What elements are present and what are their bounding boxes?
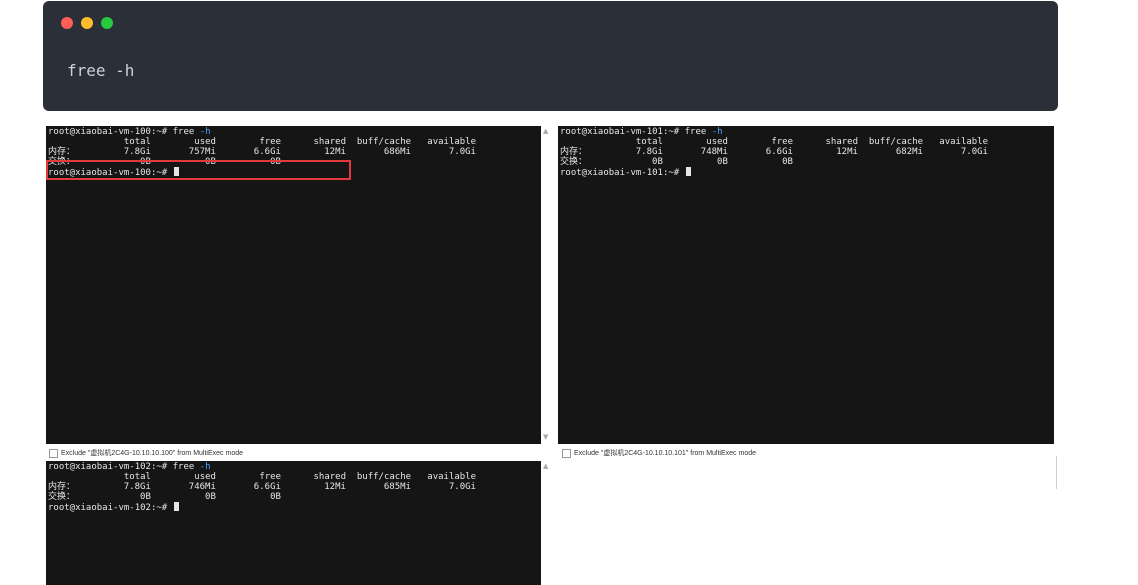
terminal-line-text: root@xiaobai-vm-101:~# free: [560, 127, 712, 137]
terminal-line-text: root@xiaobai-vm-101:~#: [560, 168, 685, 178]
terminal-output: root@xiaobai-vm-101:~# free -h total use…: [560, 127, 988, 178]
scroll-down-icon[interactable]: ▼: [543, 434, 548, 441]
checkbox[interactable]: [49, 448, 58, 458]
exclude-vm-100-checkbox-row[interactable]: Exclude "虚拟机2C4G-10.10.10.100" from Mult…: [49, 447, 243, 459]
terminal-line: 内存： 7.8Gi 748Mi 6.6Gi 12Mi 682Mi 7.0Gi: [560, 147, 988, 157]
command-flag: -h: [199, 462, 211, 472]
terminal-line-text: 内存： 7.8Gi 748Mi 6.6Gi 12Mi 682Mi 7.0Gi: [560, 147, 988, 157]
maximize-dot-icon: [101, 17, 113, 29]
minimize-dot-icon: [81, 17, 93, 29]
window-controls: [61, 17, 113, 29]
terminal-line: root@xiaobai-vm-100:~# free -h: [48, 127, 476, 137]
terminal-line: total used free shared buff/cache availa…: [48, 137, 476, 147]
terminal-line-text: 内存： 7.8Gi 757Mi 6.6Gi 12Mi 686Mi 7.0Gi: [48, 147, 476, 157]
terminal-line-text: 交换： 0B 0B 0B: [560, 157, 793, 167]
terminal-line: total used free shared buff/cache availa…: [560, 137, 988, 147]
scrollbar-vm-102[interactable]: ▲: [541, 461, 554, 585]
divider: [1056, 456, 1057, 489]
terminal-vm-102[interactable]: root@xiaobai-vm-102:~# free -h total use…: [46, 461, 541, 585]
terminal-line: root@xiaobai-vm-102:~# free -h: [48, 462, 476, 472]
terminal-output: root@xiaobai-vm-102:~# free -h total use…: [48, 462, 476, 513]
terminal-line: 内存： 7.8Gi 757Mi 6.6Gi 12Mi 686Mi 7.0Gi: [48, 147, 476, 157]
terminal-line-text: total used free shared buff/cache availa…: [560, 137, 989, 147]
terminal-line: root@xiaobai-vm-102:~#: [48, 502, 476, 513]
terminal-line: total used free shared buff/cache availa…: [48, 472, 476, 482]
command-flag: -h: [199, 127, 211, 137]
exclude-label: Exclude "虚拟机2C4G-10.10.10.101" from Mult…: [574, 450, 756, 457]
checkbox[interactable]: [562, 448, 571, 458]
code-command: free -h: [67, 61, 135, 80]
close-dot-icon: [61, 17, 73, 29]
terminal-line: root@xiaobai-vm-101:~#: [560, 167, 988, 178]
terminal-line-text: root@xiaobai-vm-100:~# free: [48, 127, 200, 137]
terminal-line-text: root@xiaobai-vm-102:~# free: [48, 462, 200, 472]
code-block: free -h: [43, 1, 1058, 111]
terminal-vm-101[interactable]: root@xiaobai-vm-101:~# free -h total use…: [558, 126, 1054, 444]
terminal-cursor: [173, 502, 179, 511]
terminal-line: root@xiaobai-vm-101:~# free -h: [560, 127, 988, 137]
scrollbar-vm-100[interactable]: ▲ ▼: [541, 126, 554, 444]
terminal-line-text: total used free shared buff/cache availa…: [48, 137, 477, 147]
terminal-line-text: 交换： 0B 0B 0B: [48, 492, 281, 502]
exclude-label: Exclude "虚拟机2C4G-10.10.10.100" from Mult…: [61, 450, 243, 457]
scroll-up-icon[interactable]: ▲: [543, 463, 548, 470]
terminal-line-text: root@xiaobai-vm-102:~#: [48, 503, 173, 513]
terminal-line: 交换： 0B 0B 0B: [48, 492, 476, 502]
command-flag: -h: [711, 127, 723, 137]
exclude-vm-101-checkbox-row[interactable]: Exclude "虚拟机2C4G-10.10.10.101" from Mult…: [562, 447, 756, 459]
terminal-line: 交换： 0B 0B 0B: [560, 157, 988, 167]
highlight-box: [46, 160, 351, 180]
terminal-line: 内存： 7.8Gi 746Mi 6.6Gi 12Mi 685Mi 7.0Gi: [48, 482, 476, 492]
terminal-cursor: [685, 167, 691, 176]
scroll-up-icon[interactable]: ▲: [543, 128, 548, 135]
terminal-line-text: total used free shared buff/cache availa…: [48, 472, 477, 482]
terminal-line-text: 内存： 7.8Gi 746Mi 6.6Gi 12Mi 685Mi 7.0Gi: [48, 482, 476, 492]
